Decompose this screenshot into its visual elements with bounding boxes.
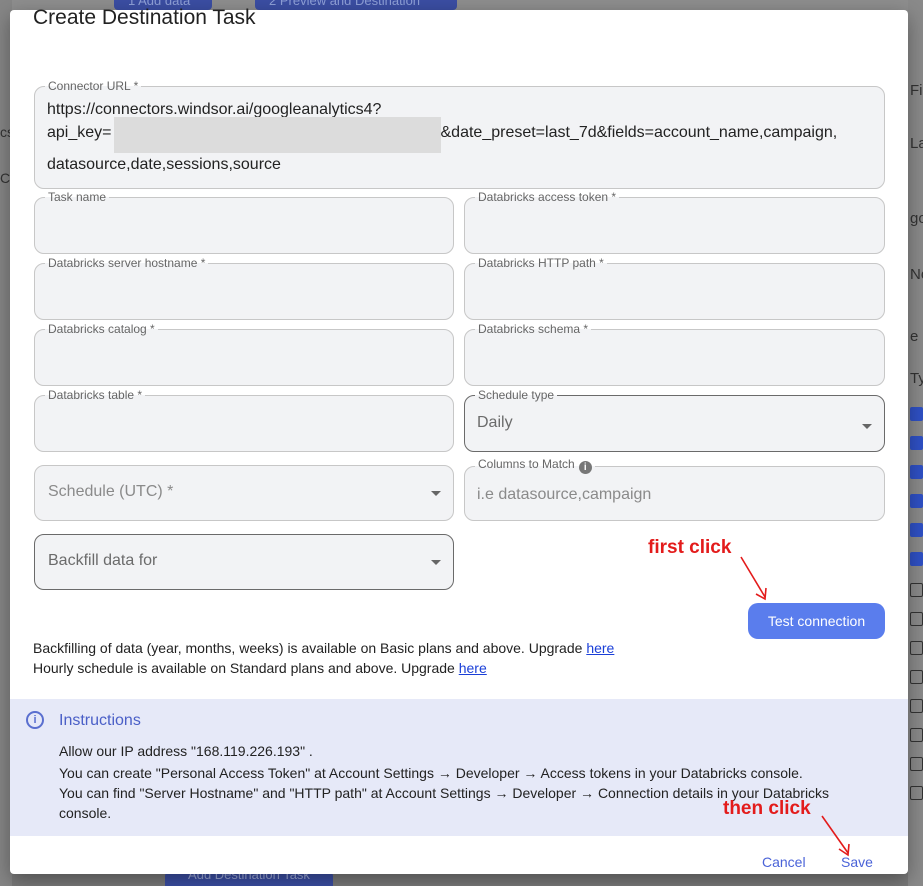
then-click-arrow-icon <box>821 815 850 857</box>
